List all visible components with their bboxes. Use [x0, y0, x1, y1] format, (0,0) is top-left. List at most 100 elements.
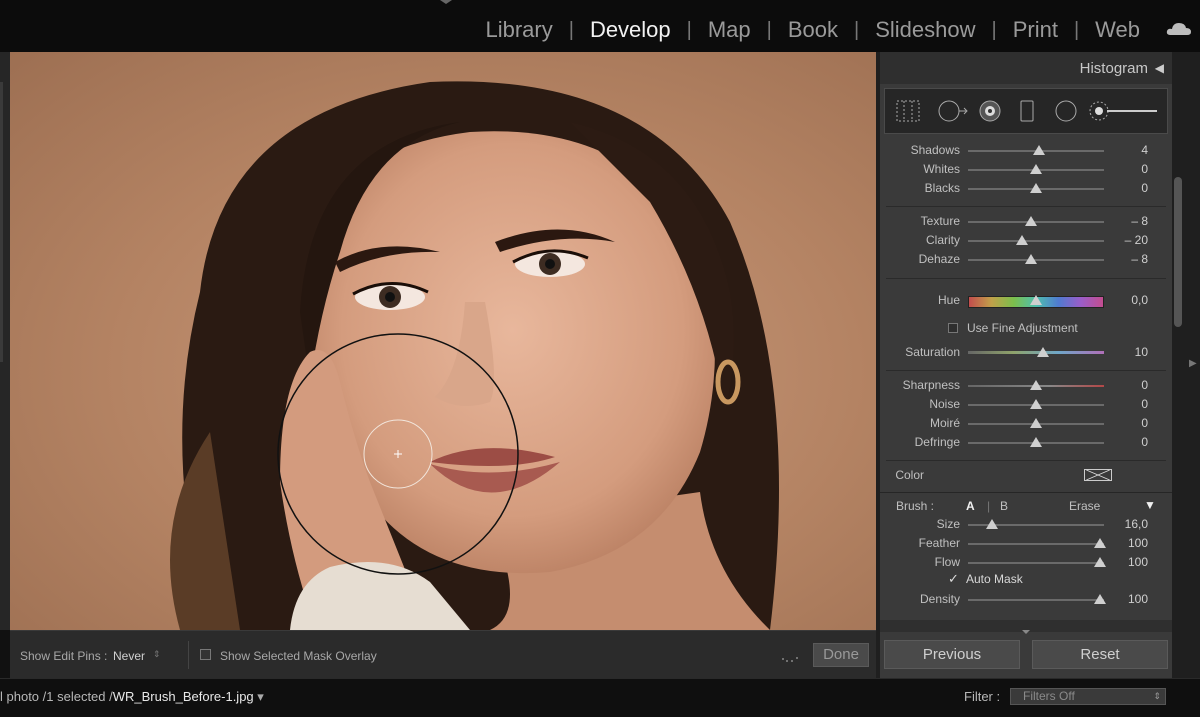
slider-clarity[interactable]: Clarity – 20	[880, 232, 1172, 250]
left-panel-collapsed[interactable]	[0, 52, 10, 630]
slider-thumb[interactable]	[1030, 418, 1042, 428]
slider-defringe[interactable]: Defringe 0	[880, 434, 1172, 452]
slider-value[interactable]: 4	[1141, 143, 1148, 157]
slider-value[interactable]: – 8	[1131, 252, 1148, 266]
cloud-icon[interactable]	[1166, 22, 1192, 36]
histogram-header[interactable]: Histogram ◀	[880, 52, 1172, 84]
slider-value[interactable]: 10	[1135, 345, 1148, 359]
slider-label: Texture	[920, 214, 960, 228]
module-book[interactable]: Book	[772, 14, 854, 46]
filmstrip-bar: l photo /1 selected /WR_Brush_Before-1.j…	[0, 678, 1200, 717]
filter-select[interactable]: Filters Off ⇕	[1010, 688, 1166, 705]
slider-thumb[interactable]	[1093, 594, 1106, 604]
done-button[interactable]: Done	[813, 643, 869, 667]
module-develop[interactable]: Develop	[574, 14, 687, 46]
slider-brush-size[interactable]: Size 16,0	[880, 516, 1172, 534]
mask-overlay-checkbox[interactable]	[200, 649, 211, 660]
slider-value[interactable]: – 20	[1125, 233, 1148, 247]
color-swatch[interactable]	[1084, 469, 1112, 481]
slider-brush-flow[interactable]: Flow 100	[880, 554, 1172, 572]
slider-value[interactable]: 0	[1141, 416, 1148, 430]
filename-dropdown-icon[interactable]: ▾	[257, 689, 264, 704]
filename-label[interactable]: WR_Brush_Before-1.jpg	[113, 689, 254, 704]
brush-erase-tab[interactable]: Erase	[1069, 499, 1100, 513]
slider-thumb[interactable]	[1030, 399, 1042, 409]
slider-thumb[interactable]	[1030, 164, 1042, 174]
slider-value[interactable]: 100	[1128, 536, 1148, 550]
slider-whites[interactable]: Whites 0	[880, 161, 1172, 179]
module-web[interactable]: Web	[1079, 14, 1156, 46]
slider-sharpness[interactable]: Sharpness 0	[880, 377, 1172, 395]
graduated-filter-icon[interactable]	[1017, 99, 1037, 123]
slider-value[interactable]: 0	[1141, 397, 1148, 411]
auto-mask-checkbox[interactable]: ✓	[948, 571, 959, 587]
radial-filter-icon[interactable]	[1053, 99, 1079, 123]
slider-track[interactable]	[968, 599, 1104, 601]
slider-thumb[interactable]	[1030, 380, 1042, 390]
slider-thumb[interactable]	[1024, 216, 1037, 226]
slider-value[interactable]: 0	[1141, 181, 1148, 195]
slider-thumb[interactable]	[1030, 437, 1042, 447]
adjustment-brush-icon[interactable]	[1087, 99, 1161, 123]
module-slideshow[interactable]: Slideshow	[859, 14, 991, 46]
photo-toolbar: Show Edit Pins : Never ⇕ Show Selected M…	[10, 630, 876, 678]
slider-value[interactable]: 0	[1141, 378, 1148, 392]
slider-texture[interactable]: Texture – 8	[880, 213, 1172, 231]
brush-a-tab[interactable]: A	[966, 499, 975, 513]
histogram-label: Histogram	[1079, 60, 1148, 77]
slider-value[interactable]: 16,0	[1125, 517, 1148, 531]
slider-thumb[interactable]	[1030, 295, 1042, 305]
slider-value[interactable]: 100	[1128, 592, 1148, 606]
slider-shadows[interactable]: Shadows 4	[880, 142, 1172, 160]
slider-brush-density[interactable]: Density 100	[880, 591, 1172, 609]
fine-adjustment-checkbox[interactable]	[948, 323, 958, 333]
module-list: Library | Develop | Map | Book | Slidesh…	[469, 14, 1156, 46]
crop-overlay-icon[interactable]	[895, 99, 921, 123]
panel-scrollbar[interactable]	[1174, 177, 1182, 327]
slider-thumb[interactable]	[1030, 183, 1042, 193]
top-panel-toggle-icon[interactable]	[440, 0, 452, 4]
slider-thumb[interactable]	[1093, 557, 1106, 567]
show-mask-overlay-label: Show Selected Mask Overlay	[220, 649, 377, 663]
previous-button[interactable]: Previous	[884, 640, 1020, 669]
spot-removal-icon[interactable]	[937, 99, 969, 123]
slider-thumb[interactable]	[1032, 145, 1045, 155]
photo-canvas[interactable]	[10, 52, 876, 630]
tool-strip	[884, 88, 1168, 134]
collapse-panel-icon[interactable]	[1022, 630, 1030, 634]
module-print[interactable]: Print	[997, 14, 1074, 46]
slider-label: Dehaze	[918, 252, 960, 266]
slider-brush-feather[interactable]: Feather 100	[880, 535, 1172, 553]
slider-track[interactable]	[968, 240, 1104, 242]
red-eye-icon[interactable]	[977, 99, 1003, 123]
select-arrows-icon[interactable]: ⇕	[153, 649, 161, 660]
show-edit-pins-select[interactable]: Never	[113, 649, 145, 663]
module-library[interactable]: Library	[469, 14, 568, 46]
slider-hue[interactable]: Hue 0,0	[880, 292, 1172, 310]
brush-b-tab[interactable]: B	[1000, 499, 1008, 513]
slider-thumb[interactable]	[1016, 235, 1029, 245]
show-edit-pins-label: Show Edit Pins :	[20, 649, 108, 663]
slider-saturation[interactable]: Saturation 10	[880, 344, 1172, 362]
right-panel-toggle-icon[interactable]: ▶	[1189, 358, 1197, 369]
slider-dehaze[interactable]: Dehaze – 8	[880, 251, 1172, 269]
module-map[interactable]: Map	[692, 14, 767, 46]
reset-button[interactable]: Reset	[1032, 640, 1168, 669]
slider-thumb[interactable]	[1024, 254, 1037, 264]
slider-track[interactable]	[968, 543, 1104, 545]
slider-value[interactable]: 0,0	[1131, 293, 1148, 307]
slider-label: Defringe	[914, 435, 960, 449]
slider-value[interactable]: 100	[1128, 555, 1148, 569]
slider-noise[interactable]: Noise 0	[880, 396, 1172, 414]
slider-value[interactable]: – 8	[1131, 214, 1148, 228]
slider-track[interactable]	[968, 562, 1104, 564]
brush-menu-icon[interactable]: ▼	[1144, 498, 1156, 512]
slider-value[interactable]: 0	[1141, 435, 1148, 449]
slider-moire[interactable]: Moiré 0	[880, 415, 1172, 433]
slider-thumb[interactable]	[986, 519, 999, 529]
slider-value[interactable]: 0	[1141, 162, 1148, 176]
histogram-collapse-icon[interactable]: ◀	[1155, 61, 1164, 75]
slider-thumb[interactable]	[1093, 538, 1106, 548]
slider-thumb[interactable]	[1036, 347, 1049, 357]
slider-blacks[interactable]: Blacks 0	[880, 180, 1172, 198]
